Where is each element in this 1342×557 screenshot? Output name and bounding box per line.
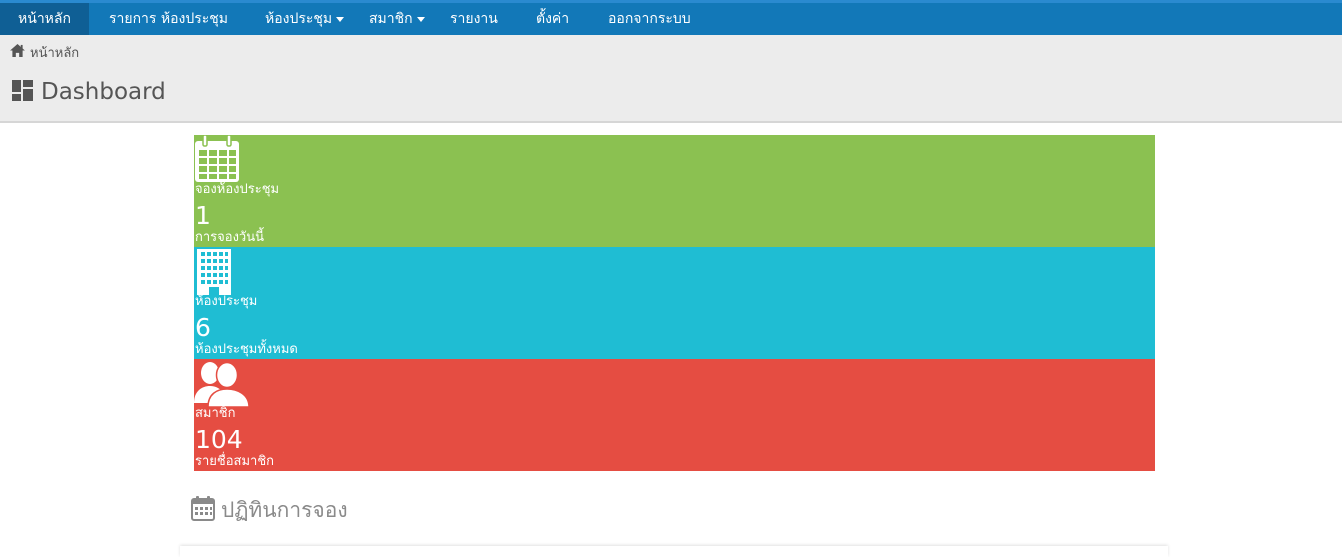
card-count: 1 <box>195 201 211 230</box>
breadcrumb: หน้าหลัก <box>10 42 79 63</box>
card-subtitle: การจองวันนี้ <box>195 230 264 245</box>
nav-item-logout[interactable]: ออกจากระบบ <box>608 3 691 35</box>
card-label: สมาชิก <box>195 406 236 421</box>
nav-item-members[interactable]: สมาชิก <box>369 3 425 35</box>
caret-down-icon <box>336 16 345 22</box>
caret-down-icon <box>416 16 425 22</box>
rooms-card[interactable]: ห้องประชุม 6 ห้องประชุมทั้งหมด <box>194 247 1155 359</box>
building-icon <box>194 247 234 299</box>
nav-item-settings[interactable]: ตั้งค่า <box>536 3 569 35</box>
card-label: ห้องประชุม <box>195 294 258 309</box>
dashboard-icon <box>12 79 33 105</box>
page-title: Dashboard <box>12 79 166 105</box>
card-count: 6 <box>195 313 211 342</box>
top-navbar: หน้าหลัก รายการ ห้องประชุม ห้องประชุม สม… <box>0 0 1342 35</box>
card-subtitle: ห้องประชุมทั้งหมด <box>195 342 298 357</box>
members-card[interactable]: สมาชิก 104 รายชื่อสมาชิก <box>194 359 1155 471</box>
nav-item-label: ตั้งค่า <box>536 11 570 27</box>
nav-item-room-list[interactable]: รายการ ห้องประชุม <box>109 3 228 35</box>
nav-item-rooms[interactable]: ห้องประชุม <box>265 3 345 35</box>
nav-item-label: รายการ ห้องประชุม <box>109 11 229 27</box>
nav-item-label: ห้องประชุม <box>265 11 333 27</box>
card-label: จองห้องประชุม <box>195 182 280 197</box>
page-header: หน้าหลัก Dashboard <box>0 35 1342 123</box>
breadcrumb-home-link[interactable]: หน้าหลัก <box>30 42 79 63</box>
calendar-icon <box>194 134 240 187</box>
booking-card[interactable]: จองห้องประชุม 1 การจองวันนี้ <box>194 134 1155 247</box>
calendar-section-title: ปฏิทินการจอง <box>191 494 348 527</box>
users-icon <box>194 359 250 411</box>
calendar-title-text: ปฏิทินการจอง <box>221 498 348 522</box>
calendar-panel <box>180 546 1168 557</box>
home-icon <box>10 44 25 61</box>
nav-item-home[interactable]: หน้าหลัก <box>0 3 89 35</box>
nav-item-label: ออกจากระบบ <box>608 11 691 27</box>
card-subtitle: รายชื่อสมาชิก <box>195 454 275 469</box>
nav-item-reports[interactable]: รายงาน <box>450 3 498 35</box>
calendar-icon <box>191 496 215 525</box>
nav-item-label: หน้าหลัก <box>18 11 71 27</box>
page-title-text: Dashboard <box>41 79 166 105</box>
nav-item-label: รายงาน <box>450 11 498 27</box>
card-count: 104 <box>195 425 243 454</box>
nav-item-label: สมาชิก <box>369 11 413 27</box>
